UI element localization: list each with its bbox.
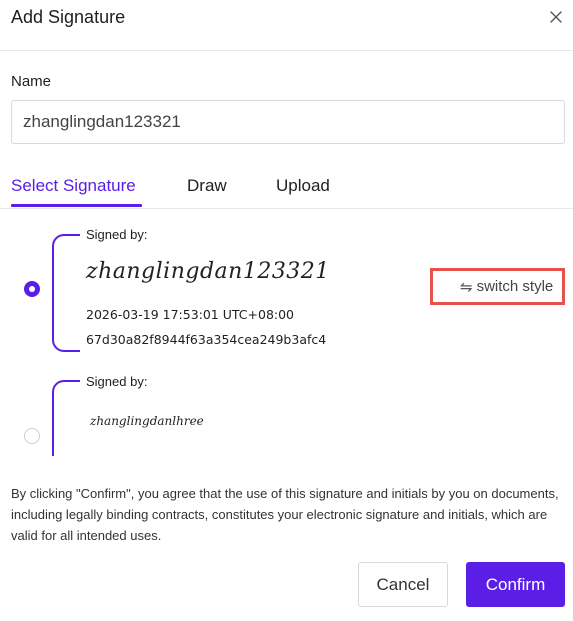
name-input[interactable] (11, 100, 565, 144)
signature-image: zhanglingdanlhree (90, 414, 204, 428)
active-tab-indicator (11, 204, 142, 207)
tab-upload[interactable]: Upload (276, 176, 330, 196)
close-icon (550, 11, 562, 23)
tab-select-signature[interactable]: Select Signature (11, 176, 136, 196)
signed-by-label: Signed by: (86, 227, 148, 242)
add-signature-dialog: Add Signature Name Select Signature Draw… (0, 0, 573, 621)
signature-timestamp: 2026-03-19 17:53:01 UTC+08:00 (86, 307, 295, 322)
switch-style-label: switch style (476, 278, 554, 295)
swap-arrows-icon: ⇋ (460, 278, 473, 296)
signature-list: Signed by: zhanglingdan123321 2026-03-19… (0, 209, 573, 456)
signature-option-1-radio[interactable] (24, 281, 40, 297)
signature-hash: 67d30a82f8944f63a354cea249b3afc4 (86, 332, 327, 347)
dialog-header: Add Signature (0, 0, 573, 51)
name-label: Name (11, 73, 52, 90)
consent-disclaimer: By clicking "Confirm", you agree that th… (11, 486, 559, 543)
signature-tabs: Select Signature Draw Upload (0, 166, 573, 209)
confirm-button[interactable]: Confirm (466, 562, 565, 607)
dialog-title: Add Signature (11, 7, 126, 27)
signature-image: zhanglingdan123321 (86, 259, 330, 284)
switch-style-button[interactable]: ⇋ switch style (430, 268, 565, 305)
tab-draw[interactable]: Draw (187, 176, 227, 196)
cancel-button[interactable]: Cancel (358, 562, 448, 607)
close-button[interactable] (546, 7, 566, 27)
signature-option-2-radio[interactable] (24, 428, 40, 444)
signed-by-label: Signed by: (86, 374, 148, 389)
